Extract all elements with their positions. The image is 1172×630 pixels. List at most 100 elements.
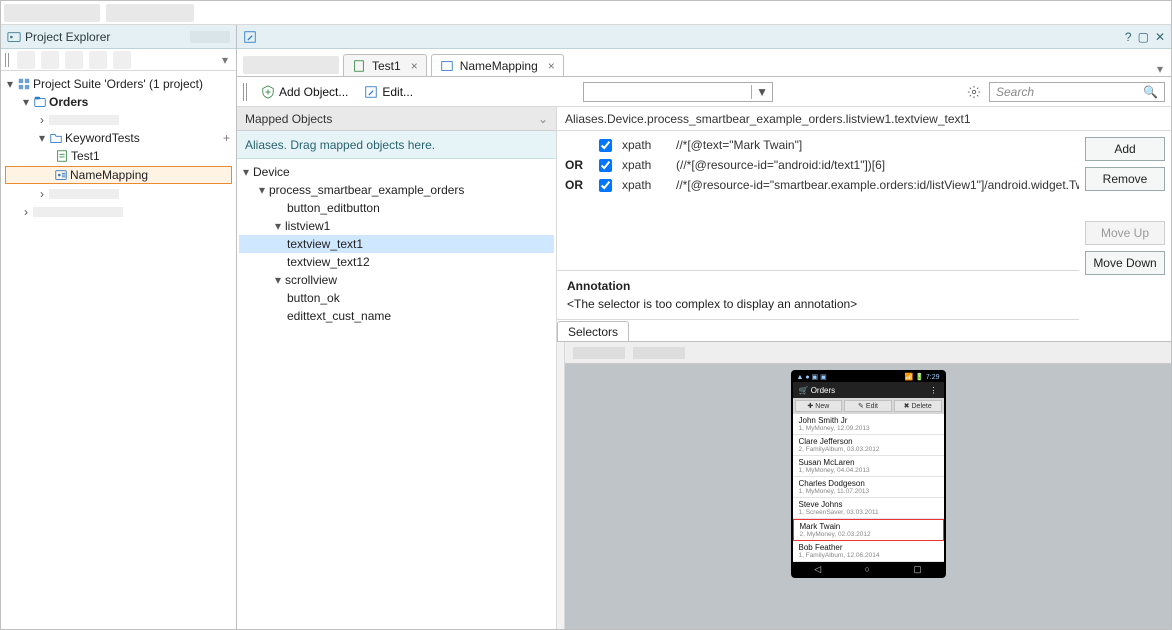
phone-new-button[interactable]: ✚ New [795, 400, 843, 412]
tree-test1[interactable]: Test1 [69, 149, 102, 163]
selector-kind: xpath [622, 178, 666, 192]
selector-expr: //*[@text="Mark Twain"] [676, 138, 1079, 152]
tree-suite[interactable]: Project Suite 'Orders' (1 project) [31, 77, 205, 91]
toolbar-button[interactable] [113, 51, 131, 69]
phone-delete-button[interactable]: ✖ Delete [894, 400, 942, 412]
map-edit-cust[interactable]: edittext_cust_name [287, 309, 391, 323]
tabs-overflow[interactable]: ▾ [1149, 62, 1171, 76]
nav-home-icon[interactable]: ○ [864, 564, 869, 574]
tree-twisty[interactable]: › [19, 205, 33, 219]
project-explorer-toolbar: ▾ [1, 49, 236, 71]
tree-twisty[interactable]: › [35, 187, 49, 201]
map-textview12[interactable]: textview_text12 [287, 255, 370, 269]
selector-row[interactable]: xpath//*[@text="Mark Twain"] [557, 135, 1079, 155]
tab-close-icon[interactable]: × [411, 59, 418, 73]
toolbar-grip [5, 53, 11, 67]
map-process[interactable]: process_smartbear_example_orders [269, 183, 464, 197]
map-btn-ok[interactable]: button_ok [287, 291, 340, 305]
phone-item-name: Susan McLaren [799, 458, 938, 467]
selector-row[interactable]: ORxpath(//*[@resource-id="android:id/tex… [557, 155, 1079, 175]
phone-item-sub: 2, MyMoney, 02.03.2012 [800, 531, 937, 538]
toolbar-overflow[interactable]: ▾ [222, 53, 232, 67]
preview-stage: ▲ ● ▣ ▣📶 🔋 7:29 🛒 Orders⋮ ✚ New ✎ Edit ✖… [565, 364, 1171, 629]
toolbar-button[interactable] [89, 51, 107, 69]
ghost-tab[interactable] [243, 56, 339, 74]
tab-close-icon[interactable]: × [548, 59, 555, 73]
edit-button[interactable]: Edit... [360, 83, 417, 101]
phone-list-item[interactable]: Mark Twain2, MyMoney, 02.03.2012 [793, 519, 944, 541]
nav-back-icon[interactable]: ◁ [814, 564, 821, 575]
toolbar-button[interactable] [17, 51, 35, 69]
ghost-tab [4, 4, 100, 22]
phone-list-item[interactable]: Susan McLaren1, MyMoney, 04.04.2013 [793, 456, 944, 477]
editor-header: ? ▢ ✕ [237, 25, 1171, 49]
tab-test1[interactable]: Test1× [343, 54, 427, 76]
aliases-drop-hint[interactable]: Aliases. Drag mapped objects here. [237, 131, 556, 159]
add-object-button[interactable]: Add Object... [257, 83, 352, 101]
tree-item-ghost[interactable] [49, 189, 119, 199]
tab-namemapping[interactable]: NameMapping× [431, 54, 564, 76]
tree-item-ghost[interactable] [49, 115, 119, 125]
filter-combo[interactable]: ▼ [583, 82, 773, 102]
phone-list-item[interactable]: Bob Feather1, FamilyAlbum, 12.06.2014 [793, 541, 944, 562]
gear-icon[interactable] [967, 85, 981, 99]
map-listview[interactable]: listview1 [285, 219, 330, 233]
toolbar-grip [243, 83, 249, 101]
phone-list-item[interactable]: Steve Johns1, ScreenSaver, 03.03.2011 [793, 498, 944, 519]
tree-twisty[interactable]: ▾ [271, 273, 285, 287]
chevron-down-icon: ▼ [751, 85, 768, 99]
tree-twisty[interactable]: ▾ [271, 219, 285, 233]
collapse-icon[interactable]: ⌄ [538, 112, 548, 126]
toolbar-button[interactable] [41, 51, 59, 69]
minimize-icon[interactable]: ▢ [1138, 30, 1149, 44]
tree-twisty[interactable]: ▾ [255, 183, 269, 197]
phone-list-item[interactable]: Charles Dodgeson1, MyMoney, 11.07.2013 [793, 477, 944, 498]
selector-checkbox[interactable] [599, 139, 612, 152]
tree-twisty[interactable]: ▾ [239, 165, 253, 179]
map-device[interactable]: Device [253, 165, 290, 179]
tree-twisty[interactable]: ▾ [19, 95, 33, 109]
preview-tool-ghost[interactable] [633, 347, 685, 359]
phone-item-name: Mark Twain [800, 522, 937, 531]
tree-twisty[interactable]: › [35, 113, 49, 127]
add-keywordtest-icon[interactable]: + [223, 131, 234, 145]
header-ghost [190, 31, 230, 43]
edit-icon[interactable] [243, 30, 257, 44]
map-scrollview[interactable]: scrollview [285, 273, 337, 287]
add-button[interactable]: Add [1085, 137, 1165, 161]
phone-list-item[interactable]: Clare Jefferson2, FamilyAlbum, 03.03.201… [793, 435, 944, 456]
tree-twisty[interactable]: ▾ [3, 77, 17, 91]
help-icon[interactable]: ? [1125, 30, 1132, 44]
selector-row[interactable]: ORxpath//*[@resource-id="smartbear.examp… [557, 175, 1079, 195]
tree-twisty[interactable]: ▾ [35, 131, 49, 145]
phone-item-sub: 1, MyMoney, 11.07.2013 [799, 488, 938, 495]
toolbar-button[interactable] [65, 51, 83, 69]
namemapping-icon [440, 59, 454, 73]
phone-item-name: Bob Feather [799, 543, 938, 552]
nav-recent-icon[interactable]: ▢ [913, 564, 922, 575]
tree-item-ghost[interactable] [33, 207, 123, 217]
move-up-button: Move Up [1085, 221, 1165, 245]
tree-keywordtests[interactable]: KeywordTests [63, 131, 142, 145]
project-icon [33, 95, 47, 109]
search-input[interactable]: Search 🔍 [989, 82, 1165, 102]
phone-edit-button[interactable]: ✎ Edit [844, 400, 892, 412]
phone-item-sub: 1, ScreenSaver, 03.03.2011 [799, 509, 938, 516]
remove-button[interactable]: Remove [1085, 167, 1165, 191]
phone-item-sub: 1, MyMoney, 12.09.2013 [799, 425, 938, 432]
close-icon[interactable]: ✕ [1155, 30, 1165, 44]
tree-project[interactable]: Orders [47, 95, 90, 109]
selector-checkbox[interactable] [599, 179, 612, 192]
selectors-tab[interactable]: Selectors [557, 321, 629, 341]
move-down-button[interactable]: Move Down [1085, 251, 1165, 275]
tree-namemapping[interactable]: NameMapping [68, 168, 150, 182]
project-explorer-title: Project Explorer [25, 30, 110, 44]
overflow-icon[interactable]: ⋮ [930, 386, 938, 395]
phone-list-item[interactable]: John Smith Jr1, MyMoney, 12.09.2013 [793, 414, 944, 435]
map-textview1[interactable]: textview_text1 [287, 237, 363, 251]
map-btn-edit[interactable]: button_editbutton [287, 201, 380, 215]
preview-tool-ghost[interactable] [573, 347, 625, 359]
selector-checkbox[interactable] [599, 159, 612, 172]
selector-kind: xpath [622, 158, 666, 172]
status-right: 📶 🔋 7:29 [905, 373, 940, 381]
